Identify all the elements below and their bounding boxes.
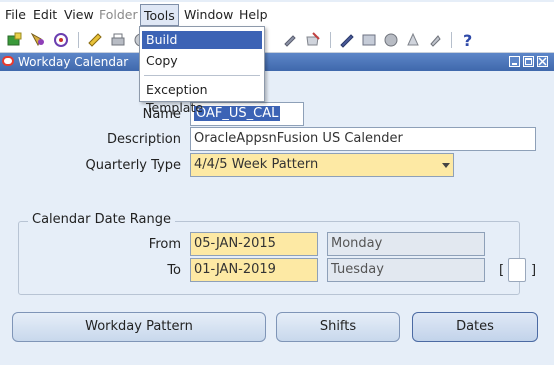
window-titlebar: Workday Calendar [0,53,554,71]
shifts-button[interactable]: Shifts [276,312,400,342]
paperclip-icon[interactable] [426,31,444,49]
menubar: File Edit View Folder Tools Window Help [0,2,554,28]
quarterly-type-label: Quarterly Type [85,158,181,173]
tools-menu: Build Copy Exception Template [139,26,265,115]
dates-button[interactable]: Dates [412,312,538,342]
tools-menu-exception-template[interactable]: Exception Template [142,81,262,115]
menu-folder[interactable]: Folder [99,6,138,24]
oracle-logo-icon [2,56,14,66]
menu-separator [144,75,260,76]
edit-field-icon[interactable] [282,31,300,49]
save-icon[interactable] [86,31,104,49]
quarterly-type-value: 4/4/5 Week Pattern [194,157,319,172]
tools-menu-build[interactable]: Build [142,31,262,49]
maximize-icon[interactable] [523,56,534,67]
menu-window[interactable]: Window [184,6,233,24]
workday-calendar-screen: File Edit View Folder Tools Window Help [0,0,554,365]
find-icon[interactable] [29,31,47,49]
menu-edit[interactable]: Edit [33,6,57,24]
minimize-icon[interactable] [509,56,520,67]
tools-menu-copy[interactable]: Copy [142,52,262,70]
calendar-date-range-title: Calendar Date Range [28,212,175,227]
name-value: OAF_US_CAL [194,106,281,121]
to-label: To [167,263,181,278]
help-icon[interactable]: ? [459,31,477,49]
descriptive-flexfield-bracket-open: [ [499,263,505,278]
to-date-field[interactable]: 01-JAN-2019 [190,258,318,282]
navigator-icon[interactable] [52,31,70,49]
workday-pattern-button[interactable]: Workday Pattern [12,312,266,342]
descriptive-flexfield-bracket-close: ] [531,263,537,278]
quarterly-type-select[interactable]: 4/4/5 Week Pattern [190,153,454,177]
name-field[interactable]: OAF_US_CAL [190,102,304,126]
toolbar-separator [330,32,331,48]
toolbar-separator [78,32,79,48]
from-day-field: Monday [327,232,485,256]
folder-icon[interactable] [338,31,356,49]
from-date-field[interactable]: 05-JAN-2015 [190,232,318,256]
from-label: From [148,237,181,252]
menu-tools[interactable]: Tools [140,4,179,26]
toolbar-separator [451,32,452,48]
close-icon[interactable] [537,56,548,67]
window-title: Workday Calendar [18,55,129,69]
translations-icon[interactable] [382,31,400,49]
description-field[interactable]: OracleAppsnFusion US Calender [190,127,536,151]
menu-help[interactable]: Help [239,6,268,24]
menu-file[interactable]: File [5,6,26,24]
attachments-icon[interactable] [360,31,378,49]
descriptive-flexfield[interactable] [508,258,526,282]
new-icon[interactable] [6,31,24,49]
zoom-icon[interactable] [304,31,322,49]
window-icon[interactable] [404,31,422,49]
to-day-field: Tuesday [327,258,485,282]
chevron-down-icon[interactable] [442,163,450,168]
print-icon[interactable] [109,31,127,49]
description-label: Description [106,132,181,147]
toolbar: ? [0,28,554,53]
svg-text:?: ? [463,31,472,49]
menu-view[interactable]: View [64,6,94,24]
